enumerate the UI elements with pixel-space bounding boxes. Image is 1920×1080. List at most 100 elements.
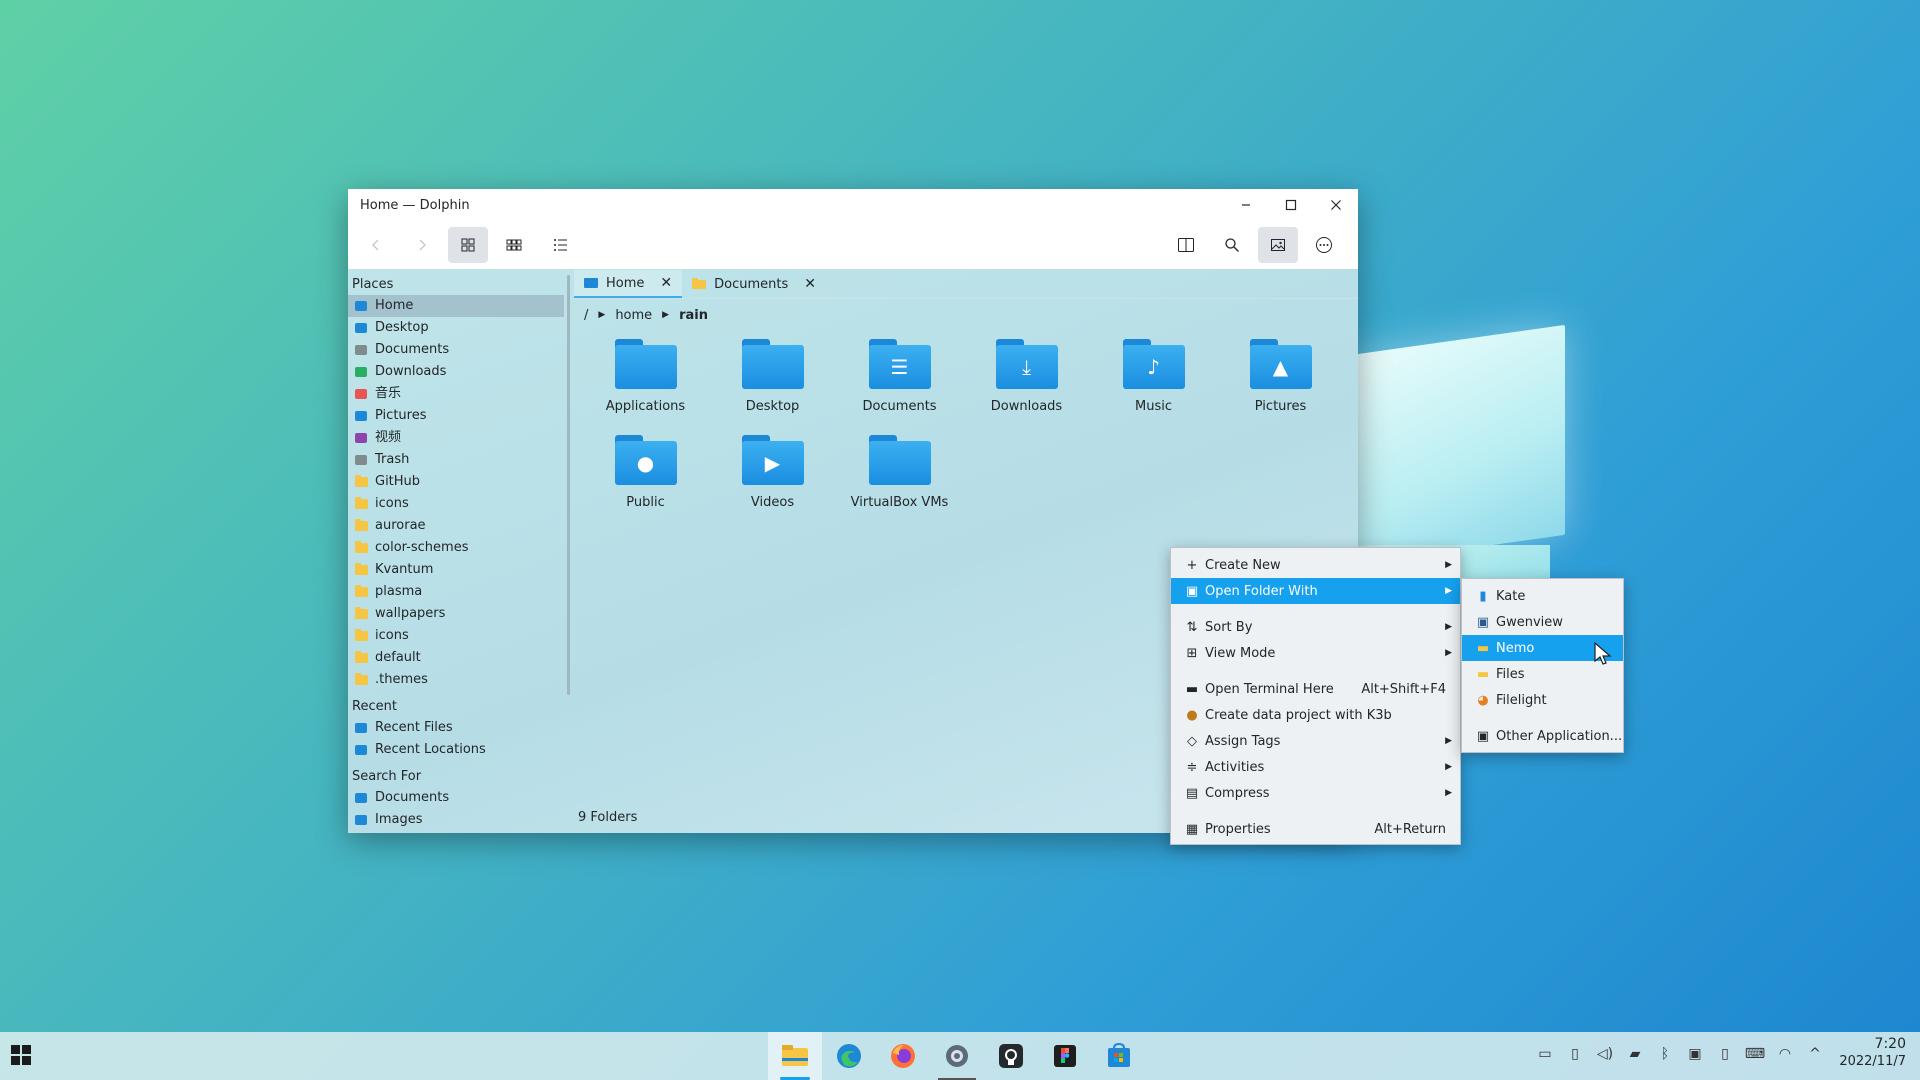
folder-item[interactable]: ☰ Documents [836, 335, 963, 431]
sidebar-item-label: 视频 [375, 430, 402, 445]
clock[interactable]: 7:20 2022/11/7 [1839, 1036, 1906, 1069]
main-menu-button[interactable] [1304, 227, 1344, 263]
images-icon [354, 814, 368, 826]
volume-icon[interactable]: ◁) [1590, 1046, 1620, 1062]
title-bar[interactable]: Home — Dolphin [348, 189, 1358, 221]
folder-item[interactable]: ● Public [582, 431, 709, 527]
breadcrumb-current[interactable]: rain [679, 308, 708, 323]
network-icon[interactable]: ◠ [1770, 1046, 1800, 1062]
sidebar-item[interactable]: Home [348, 295, 564, 317]
search-button[interactable] [1212, 227, 1252, 263]
folder-item[interactable]: ▲ Pictures [1217, 335, 1344, 431]
split-view-button[interactable] [1166, 227, 1206, 263]
menu-properties[interactable]: ▦ Properties Alt+Return [1171, 816, 1460, 842]
sidebar-item[interactable]: aurorae [348, 515, 564, 537]
sidebar-item[interactable]: Downloads [348, 361, 564, 383]
compact-view-button[interactable] [494, 227, 534, 263]
tab-home[interactable]: Home ✕ [574, 270, 683, 298]
folder-item[interactable]: ⤓ Downloads [963, 335, 1090, 431]
sidebar-item[interactable]: GitHub [348, 471, 564, 493]
folder-item[interactable]: ▶ Videos [709, 431, 836, 527]
details-view-button[interactable] [540, 227, 580, 263]
taskbar-edge[interactable] [822, 1032, 876, 1080]
menu-create-new[interactable]: + Create New ▶ [1171, 552, 1460, 578]
terminal-icon: ▬ [1185, 681, 1199, 697]
close-tab-icon[interactable]: ✕ [660, 275, 672, 291]
keyboard-icon[interactable]: ⌨ [1740, 1046, 1770, 1062]
sidebar-item[interactable]: .themes [348, 669, 564, 691]
close-tab-icon[interactable]: ✕ [804, 276, 816, 292]
forward-button[interactable] [402, 227, 442, 263]
submenu-filelight[interactable]: ◕ Filelight [1462, 687, 1623, 713]
show-hidden-icons-icon[interactable]: ^ [1800, 1046, 1830, 1062]
back-arrow-icon [372, 239, 379, 251]
menu-open-folder-with[interactable]: ▣ Open Folder With ▶ [1171, 578, 1460, 604]
menu-label: Open Folder With [1205, 583, 1318, 599]
maximize-button[interactable] [1268, 189, 1313, 221]
menu-sort-by[interactable]: ⇅ Sort By ▶ [1171, 614, 1460, 640]
sidebar-item[interactable]: 音乐 [348, 383, 564, 405]
phone-icon[interactable]: ▯ [1710, 1046, 1740, 1062]
submenu-gwenview[interactable]: ▣ Gwenview [1462, 609, 1623, 635]
battery-icon[interactable]: ▰ [1620, 1046, 1650, 1062]
sidebar-item[interactable]: icons [348, 625, 564, 647]
folder-icon: ● [614, 435, 677, 485]
taskbar-firefox[interactable] [876, 1032, 930, 1080]
gwenview-icon: ▣ [1476, 614, 1490, 630]
submenu-arrow-icon: ▶ [1445, 736, 1452, 746]
sidebar-item[interactable]: default [348, 647, 564, 669]
sidebar-item[interactable]: Images [348, 809, 564, 831]
folder-item[interactable]: Applications [582, 335, 709, 431]
menu-open-terminal[interactable]: ▬ Open Terminal Here Alt+Shift+F4 [1171, 676, 1460, 702]
folder-icon: ⤓ [995, 339, 1058, 389]
sidebar-item[interactable]: Documents [348, 339, 564, 361]
sidebar-item-label: Desktop [375, 320, 429, 335]
close-button[interactable] [1313, 189, 1358, 221]
sidebar-item[interactable]: Recent Locations [348, 739, 564, 761]
compress-icon: ▤ [1185, 785, 1199, 801]
bluetooth-icon[interactable]: ᛒ [1650, 1046, 1680, 1062]
start-button[interactable] [10, 1044, 32, 1070]
menu-compress[interactable]: ▤ Compress ▶ [1171, 780, 1460, 806]
menu-k3b-project[interactable]: ● Create data project with K3b [1171, 702, 1460, 728]
breadcrumb-root[interactable]: / [584, 308, 588, 323]
breadcrumb-home[interactable]: home [615, 308, 652, 323]
sidebar-item[interactable]: Recent Files [348, 717, 564, 739]
menu-activities[interactable]: ≑ Activities ▶ [1171, 754, 1460, 780]
minimize-button[interactable] [1223, 189, 1268, 221]
tab-documents[interactable]: Documents ✕ [682, 270, 826, 298]
menu-view-mode[interactable]: ⊞ View Mode ▶ [1171, 640, 1460, 666]
taskbar-settings[interactable] [930, 1032, 984, 1080]
shortcut-label: Alt+Return [1374, 821, 1446, 837]
sidebar-item[interactable]: color-schemes [348, 537, 564, 559]
settings-gear-icon [946, 1045, 968, 1067]
taskbar-figma[interactable] [1038, 1032, 1092, 1080]
folder-item[interactable]: Desktop [709, 335, 836, 431]
sidebar-item[interactable]: 视频 [348, 427, 564, 449]
sidebar-item[interactable]: Kvantum [348, 559, 564, 581]
folder-icon [354, 585, 368, 598]
folder-item[interactable]: ♪ Music [1090, 335, 1217, 431]
folder-icon [741, 339, 804, 389]
sidebar-item[interactable]: plasma [348, 581, 564, 603]
submenu-kate[interactable]: ▮ Kate [1462, 583, 1623, 609]
sidebar-item[interactable]: icons [348, 493, 564, 515]
back-button[interactable] [356, 227, 396, 263]
menu-assign-tags[interactable]: ◇ Assign Tags ▶ [1171, 728, 1460, 754]
sidebar-item[interactable]: Trash [348, 449, 564, 471]
sidebar-item[interactable]: Pictures [348, 405, 564, 427]
submenu-other-application[interactable]: ▣ Other Application... [1462, 723, 1623, 749]
folder-item[interactable]: VirtualBox VMs [836, 431, 963, 527]
display-icon[interactable]: ▣ [1680, 1046, 1710, 1062]
clipboard-icon[interactable]: ▯ [1560, 1046, 1590, 1062]
taskbar-github[interactable] [984, 1032, 1038, 1080]
preview-button[interactable] [1258, 227, 1298, 263]
icons-view-button[interactable] [448, 227, 488, 263]
sidebar-item[interactable]: wallpapers [348, 603, 564, 625]
taskbar-file-manager[interactable] [768, 1032, 822, 1080]
taskbar-store[interactable] [1092, 1032, 1146, 1080]
sidebar-item[interactable]: Desktop [348, 317, 564, 339]
notifications-icon[interactable]: ▭ [1530, 1046, 1560, 1062]
sidebar-item[interactable]: Documents [348, 787, 564, 809]
folder-icon [614, 339, 677, 389]
